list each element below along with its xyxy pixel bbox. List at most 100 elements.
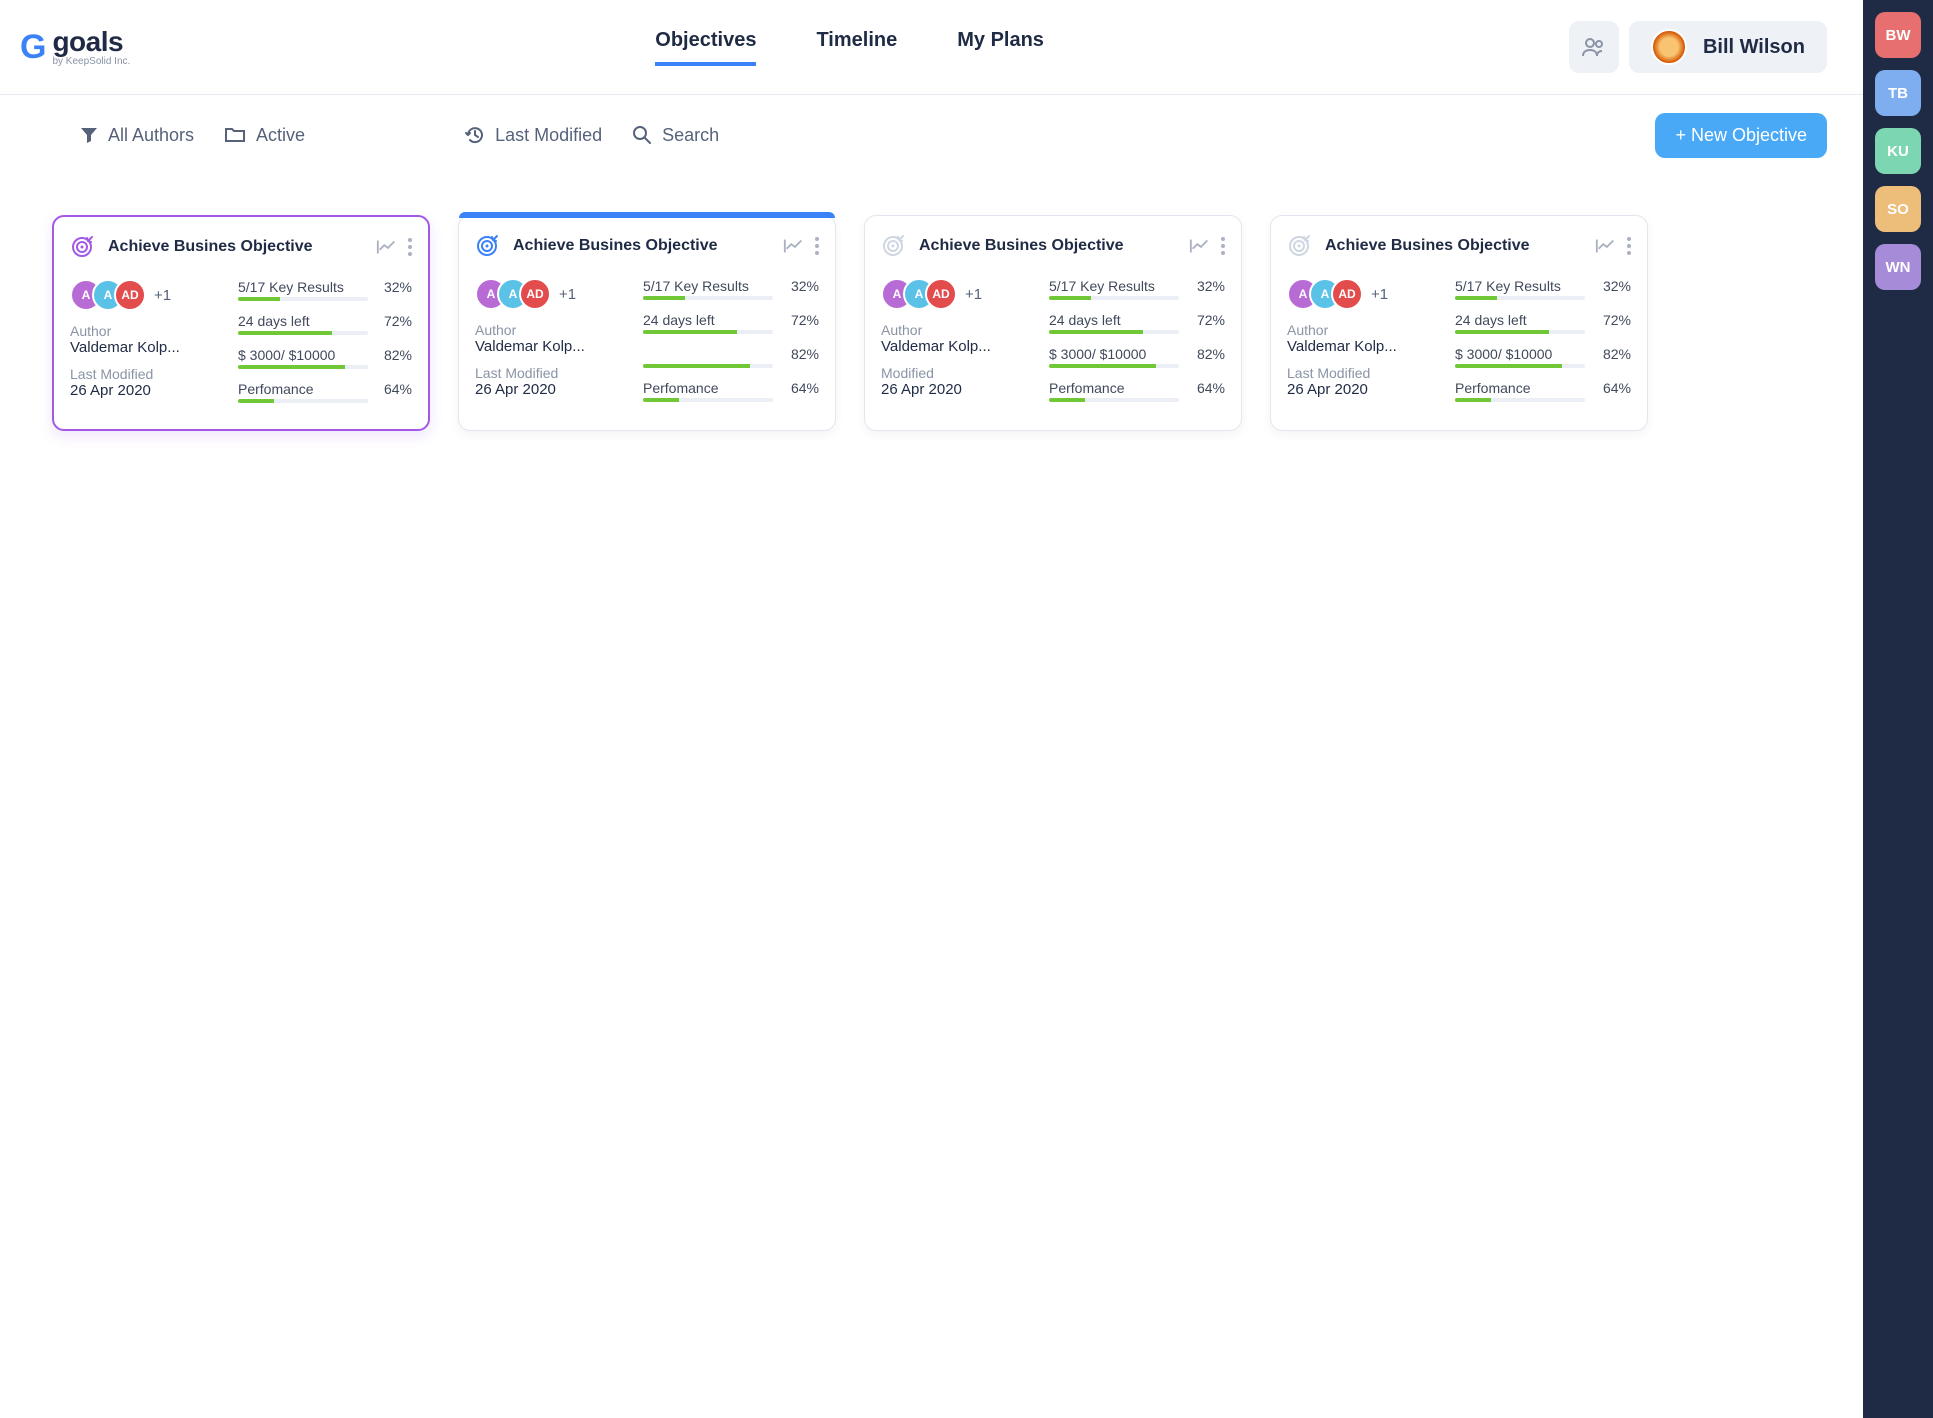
rail-user-chip[interactable]: SO <box>1875 186 1921 232</box>
more-icon[interactable] <box>815 237 819 255</box>
progress-bar <box>1049 296 1179 300</box>
modified-value: 26 Apr 2020 <box>70 382 220 399</box>
filter-status[interactable]: Active <box>224 125 305 146</box>
modified-label: Modified <box>881 365 1031 381</box>
more-icon[interactable] <box>1627 237 1631 255</box>
filter-authors[interactable]: All Authors <box>80 125 194 146</box>
user-name: Bill Wilson <box>1703 36 1805 59</box>
app-name: goals <box>52 28 130 56</box>
metric-percent: 72% <box>1197 312 1225 328</box>
progress-bar <box>238 365 368 369</box>
more-icon[interactable] <box>408 238 412 256</box>
author-label: Author <box>475 322 625 338</box>
metric-row: 24 days left72% <box>1455 312 1631 334</box>
collaborator-avatars[interactable]: A A AD +1 <box>475 278 625 310</box>
header: G goals by KeepSolid Inc. Objectives Tim… <box>0 0 1863 95</box>
author-label: Author <box>70 323 220 339</box>
chart-icon[interactable] <box>783 237 805 255</box>
metric-label: 5/17 Key Results <box>643 278 749 294</box>
metric-label: 24 days left <box>238 313 310 329</box>
more-icon[interactable] <box>1221 237 1225 255</box>
objective-card[interactable]: Achieve Busines Objective A A AD +1 Auth… <box>52 215 430 431</box>
metric-label: Perfomance <box>1455 380 1530 396</box>
chart-icon[interactable] <box>376 238 398 256</box>
history-icon <box>465 125 485 145</box>
metric-percent: 72% <box>791 312 819 328</box>
rail-user-chip[interactable]: KU <box>1875 128 1921 174</box>
target-icon <box>1287 234 1311 258</box>
right-rail: BW TB KU SO WN <box>1863 0 1933 1418</box>
team-button[interactable] <box>1569 21 1619 73</box>
metric-percent: 82% <box>791 346 819 362</box>
progress-bar <box>643 364 773 368</box>
metric-percent: 32% <box>384 279 412 295</box>
metric-row: Perfomance64% <box>238 381 412 403</box>
nav: Objectives Timeline My Plans <box>655 29 1044 66</box>
collaborator-avatars[interactable]: A A AD +1 <box>881 278 1031 310</box>
card-title: Achieve Busines Objective <box>108 238 313 256</box>
toolbar: All Authors Active Last Modified Search … <box>0 95 1863 175</box>
progress-bar <box>643 296 773 300</box>
nav-timeline[interactable]: Timeline <box>816 29 897 66</box>
metric-percent: 32% <box>1603 278 1631 294</box>
collaborator-avatars[interactable]: A A AD +1 <box>70 279 220 311</box>
objective-card[interactable]: Achieve Busines Objective A A AD +1 Auth… <box>1270 215 1648 431</box>
card-title: Achieve Busines Objective <box>513 237 718 255</box>
search-icon <box>632 125 652 145</box>
nav-objectives[interactable]: Objectives <box>655 29 756 66</box>
metric-row: 82% <box>643 346 819 368</box>
rail-user-chip[interactable]: TB <box>1875 70 1921 116</box>
target-icon <box>881 234 905 258</box>
avatar: AD <box>1331 278 1363 310</box>
progress-bar <box>1455 296 1585 300</box>
objective-card[interactable]: Achieve Busines Objective A A AD +1 Auth… <box>864 215 1242 431</box>
avatar-extra-count: +1 <box>1371 286 1388 303</box>
funnel-icon <box>80 126 98 144</box>
nav-my-plans[interactable]: My Plans <box>957 29 1044 66</box>
modified-label: Last Modified <box>1287 365 1437 381</box>
metric-label: Perfomance <box>1049 380 1124 396</box>
objective-cards: Achieve Busines Objective A A AD +1 Auth… <box>0 175 1863 431</box>
avatar: AD <box>114 279 146 311</box>
search[interactable]: Search <box>632 125 719 146</box>
chart-icon[interactable] <box>1595 237 1617 255</box>
avatar: AD <box>519 278 551 310</box>
metric-row: 5/17 Key Results32% <box>643 278 819 300</box>
metric-row: $ 3000/ $1000082% <box>238 347 412 369</box>
new-objective-button[interactable]: + New Objective <box>1655 113 1827 158</box>
rail-user-chip[interactable]: BW <box>1875 12 1921 58</box>
collaborator-avatars[interactable]: A A AD +1 <box>1287 278 1437 310</box>
folder-icon <box>224 126 246 144</box>
metric-label: $ 3000/ $10000 <box>1049 346 1146 362</box>
chart-icon[interactable] <box>1189 237 1211 255</box>
metric-row: 5/17 Key Results32% <box>1455 278 1631 300</box>
user-avatar-icon <box>1651 29 1687 65</box>
target-icon <box>475 234 499 258</box>
metric-row: Perfomance 64% <box>1455 380 1631 402</box>
metric-percent: 82% <box>1197 346 1225 362</box>
author-label: Author <box>1287 322 1437 338</box>
metric-row: Perfomance64% <box>1049 380 1225 402</box>
logo[interactable]: G goals by KeepSolid Inc. <box>20 28 130 67</box>
progress-bar <box>238 399 368 403</box>
metric-percent: 64% <box>1603 380 1631 396</box>
author-value: Valdemar Kolp... <box>475 338 625 355</box>
user-chip[interactable]: Bill Wilson <box>1629 21 1827 73</box>
card-title: Achieve Busines Objective <box>919 237 1124 255</box>
metric-label: 24 days left <box>1455 312 1527 328</box>
metric-label: Perfomance <box>238 381 313 397</box>
objective-card[interactable]: Achieve Busines Objective A A AD +1 Auth… <box>458 215 836 431</box>
progress-bar <box>238 331 368 335</box>
metric-row: 5/17 Key Results32% <box>238 279 412 301</box>
progress-bar <box>1049 364 1179 368</box>
people-icon <box>1582 37 1606 57</box>
card-title: Achieve Busines Objective <box>1325 237 1530 255</box>
filter-authors-label: All Authors <box>108 125 194 146</box>
metric-row: 5/17 Key Results32% <box>1049 278 1225 300</box>
metric-label: $ 3000/ $10000 <box>1455 346 1552 362</box>
header-right: Bill Wilson <box>1569 21 1827 73</box>
metric-percent: 64% <box>791 380 819 396</box>
filter-sort[interactable]: Last Modified <box>465 125 602 146</box>
author-value: Valdemar Kolp... <box>70 339 220 356</box>
rail-user-chip[interactable]: WN <box>1875 244 1921 290</box>
